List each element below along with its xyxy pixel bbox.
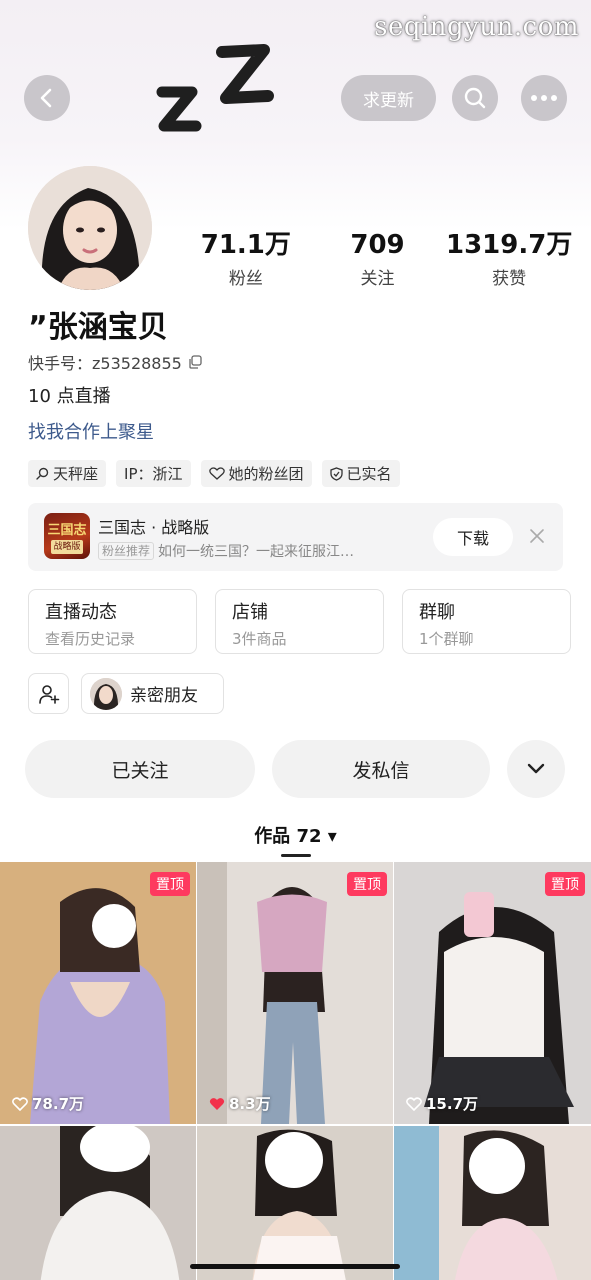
copy-icon[interactable] bbox=[188, 355, 202, 369]
more-button[interactable] bbox=[521, 75, 567, 121]
pinned-badge: 置顶 bbox=[545, 872, 585, 896]
tag-label: 天秤座 bbox=[53, 465, 99, 483]
card-live-history[interactable]: 直播动态 查看历史记录 bbox=[28, 589, 197, 654]
post-thumbnail[interactable] bbox=[197, 1126, 393, 1280]
tag-label: 她的粉丝团 bbox=[228, 465, 304, 483]
profile-actions: 已关注 发私信 bbox=[25, 740, 565, 798]
profile-bio: 10 点直播 bbox=[28, 386, 111, 407]
stat-value: 1319.7万 bbox=[446, 230, 573, 260]
stat-value: 71.1万 bbox=[200, 230, 291, 260]
post-image bbox=[197, 862, 393, 1124]
search-button[interactable] bbox=[452, 75, 498, 121]
close-friends-label: 亲密朋友 bbox=[130, 686, 198, 706]
stat-value: 709 bbox=[350, 230, 405, 260]
avatar-illustration bbox=[28, 166, 152, 290]
post-thumbnail[interactable]: 置顶 8.3万 bbox=[197, 862, 393, 1124]
heart-filled-icon bbox=[209, 1097, 225, 1110]
close-icon[interactable] bbox=[526, 525, 548, 547]
like-count-text: 15.7万 bbox=[426, 1095, 479, 1113]
more-dots-icon bbox=[531, 95, 557, 101]
chevron-down-icon bbox=[527, 763, 545, 774]
close-friends-button[interactable]: 亲密朋友 bbox=[81, 673, 224, 714]
post-thumbnail[interactable] bbox=[394, 1126, 591, 1280]
collab-link[interactable]: 找我合作上聚星 bbox=[28, 418, 154, 444]
send-message-button[interactable]: 发私信 bbox=[272, 740, 490, 798]
stat-likes[interactable]: 1319.7万 获赞 bbox=[443, 228, 575, 289]
stat-label: 获赞 bbox=[492, 269, 527, 289]
like-count-text: 78.7万 bbox=[32, 1095, 85, 1113]
post-image bbox=[0, 862, 196, 1124]
profile-name: ”张涵宝贝 bbox=[28, 310, 168, 345]
download-button[interactable]: 下载 bbox=[433, 518, 513, 556]
heart-outline-icon bbox=[406, 1096, 422, 1111]
tab-works-label: 作品 72 ▾ bbox=[254, 826, 337, 847]
card-shop[interactable]: 店铺 3件商品 bbox=[215, 589, 384, 654]
post-thumbnail[interactable]: 置顶 78.7万 bbox=[0, 862, 196, 1124]
sleeping-zzz-icon bbox=[156, 44, 274, 132]
stat-following[interactable]: 709 关注 bbox=[312, 228, 444, 289]
add-user-icon bbox=[38, 684, 59, 704]
home-indicator bbox=[190, 1264, 400, 1269]
watermark: seqingyun.com bbox=[374, 12, 579, 42]
censor-circle bbox=[92, 904, 136, 948]
post-image bbox=[394, 862, 591, 1124]
tag-label: 已实名 bbox=[346, 465, 392, 483]
tag-verified[interactable]: 已实名 bbox=[321, 460, 400, 487]
game-app-icon: 三国志 战略版 bbox=[44, 513, 90, 559]
shield-check-icon bbox=[329, 466, 343, 481]
like-count: 15.7万 bbox=[406, 1093, 478, 1114]
ad-title: 三国志 · 战略版 bbox=[98, 518, 210, 537]
kuaishou-id-text: 快手号：z53528855 bbox=[28, 354, 182, 373]
card-group-chat[interactable]: 群聊 1个群聊 bbox=[402, 589, 571, 654]
pinned-badge: 置顶 bbox=[150, 872, 190, 896]
ad-subtitle-row: 粉丝推荐 如何一统三国？一起来征服江… bbox=[98, 541, 354, 561]
card-subtitle: 3件商品 bbox=[232, 630, 287, 648]
tag-zodiac[interactable]: 天秤座 bbox=[28, 460, 107, 487]
ad-badge: 粉丝推荐 bbox=[98, 542, 155, 560]
censor-circle bbox=[265, 1132, 323, 1188]
game-ad-banner[interactable]: 三国志 战略版 三国志 · 战略版 粉丝推荐 如何一统三国？一起来征服江… 下载 bbox=[28, 503, 563, 571]
friend-avatar bbox=[90, 677, 122, 710]
search-icon bbox=[464, 87, 486, 109]
censor-circle bbox=[469, 1138, 525, 1194]
feature-cards: 直播动态 查看历史记录 店铺 3件商品 群聊 1个群聊 bbox=[28, 589, 571, 654]
add-friend-button[interactable] bbox=[28, 673, 69, 714]
chevron-left-icon bbox=[40, 88, 52, 108]
heart-outline-icon bbox=[12, 1096, 28, 1111]
heart-outline-icon bbox=[208, 467, 225, 480]
card-subtitle: 1个群聊 bbox=[419, 630, 474, 648]
game-icon-subtitle: 战略版 bbox=[51, 540, 83, 554]
profile-stats: 71.1万 粉丝 709 关注 1319.7万 获赞 bbox=[180, 228, 575, 289]
like-count: 8.3万 bbox=[209, 1093, 271, 1114]
request-update-button[interactable]: 求更新 bbox=[341, 75, 436, 121]
card-subtitle: 查看历史记录 bbox=[45, 630, 136, 648]
ad-subtitle: 如何一统三国？一起来征服江… bbox=[158, 544, 355, 560]
like-count: 78.7万 bbox=[12, 1093, 84, 1114]
tab-works[interactable]: 作品 72 ▾ bbox=[0, 822, 591, 857]
game-icon-title: 三国志 bbox=[47, 523, 87, 538]
post-grid: 置顶 78.7万 置顶 8.3万 置顶 15.7万 bbox=[0, 862, 591, 1280]
post-thumbnail[interactable]: 置顶 15.7万 bbox=[394, 862, 591, 1124]
tab-indicator bbox=[280, 854, 311, 857]
stat-fans[interactable]: 71.1万 粉丝 bbox=[180, 228, 312, 289]
tag-label: IP：浙江 bbox=[124, 465, 183, 483]
tag-fan-club[interactable]: 她的粉丝团 bbox=[200, 460, 312, 487]
search-icon bbox=[36, 467, 49, 480]
profile-tags: 天秤座 IP：浙江 她的粉丝团 已实名 bbox=[28, 460, 400, 487]
tag-ip-location: IP：浙江 bbox=[116, 460, 191, 487]
kuaishou-id: 快手号：z53528855 bbox=[28, 350, 202, 374]
card-title: 直播动态 bbox=[45, 602, 117, 623]
card-title: 群聊 bbox=[419, 602, 455, 623]
stat-label: 粉丝 bbox=[228, 269, 263, 289]
stat-label: 关注 bbox=[360, 269, 395, 289]
pinned-badge: 置顶 bbox=[347, 872, 387, 896]
avatar[interactable] bbox=[28, 166, 152, 290]
expand-button[interactable] bbox=[507, 740, 565, 798]
post-thumbnail[interactable] bbox=[0, 1126, 196, 1280]
card-title: 店铺 bbox=[232, 602, 268, 623]
back-button[interactable] bbox=[24, 75, 70, 121]
following-button[interactable]: 已关注 bbox=[25, 740, 255, 798]
like-count-text: 8.3万 bbox=[229, 1095, 271, 1113]
